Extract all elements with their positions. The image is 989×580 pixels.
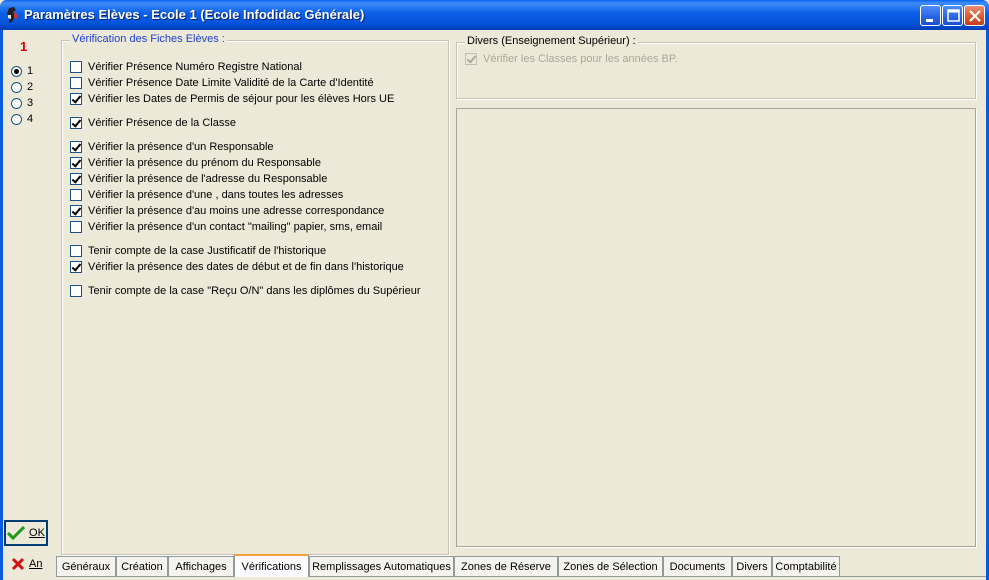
checkbox-label: Vérifier la présence d'un Responsable	[88, 141, 274, 153]
checkbox-label: Tenir compte de la case "Reçu O/N" dans …	[88, 285, 421, 297]
cross-icon	[11, 557, 25, 571]
ok-label: OK	[29, 527, 45, 539]
divers-group: Divers (Enseignement Supérieur) : Vérifi…	[456, 35, 976, 99]
tab-1[interactable]: Généraux	[56, 556, 116, 576]
tab-3[interactable]: Affichages	[168, 556, 234, 576]
radio-label: 4	[27, 113, 34, 125]
verification-option[interactable]: Vérifier la présence d'un contact "maili…	[70, 221, 382, 233]
verification-option[interactable]: Vérifier Présence de la Classe	[70, 117, 236, 129]
radio-button[interactable]	[11, 81, 22, 93]
verification-option[interactable]: Vérifier la présence d'un Responsable	[70, 141, 274, 153]
checkbox-label: Vérifier Présence Numéro Registre Nation…	[88, 61, 302, 73]
app-icon	[7, 7, 18, 23]
title-bar[interactable]: Paramètres Elèves - Ecole 1 (Ecole Infod…	[0, 0, 989, 30]
radio-button[interactable]	[11, 65, 22, 77]
checkbox[interactable]	[70, 141, 82, 153]
tab-6[interactable]: Zones de Réserve	[454, 556, 558, 576]
tab-7[interactable]: Zones de Sélection	[558, 556, 663, 576]
tab-2[interactable]: Création	[116, 556, 168, 576]
verification-group-title: Vérification des Fiches Elèves :	[70, 33, 227, 45]
checkbox[interactable]	[70, 261, 82, 273]
divers-group-title: Divers (Enseignement Supérieur) :	[465, 35, 638, 47]
radio-button[interactable]	[11, 113, 22, 125]
ok-button[interactable]: OK	[4, 520, 48, 546]
radio-button[interactable]	[11, 97, 22, 109]
empty-panel	[456, 108, 976, 547]
checkbox-label: Tenir compte de la case Justificatif de …	[88, 245, 327, 257]
tab-strip-divider	[56, 576, 986, 577]
checkbox-label: Vérifier Présence de la Classe	[88, 117, 236, 129]
school-radio-1[interactable]: 1	[11, 64, 33, 78]
minimize-icon	[926, 19, 933, 22]
verification-option[interactable]: Vérifier la présence d'au moins une adre…	[70, 205, 384, 217]
maximize-icon	[947, 9, 960, 22]
checkbox[interactable]	[70, 61, 82, 73]
checkbox[interactable]	[70, 221, 82, 233]
checkbox-label: Vérifier les Classes pour les années BP.	[483, 53, 678, 65]
radio-label: 1	[27, 65, 34, 77]
school-selector-panel: 1 1 2 3 4 OK An	[3, 30, 53, 580]
checkbox	[465, 53, 477, 65]
close-button[interactable]	[964, 5, 985, 26]
checkmark-icon	[7, 525, 26, 541]
close-icon	[969, 10, 981, 22]
radio-label: 2	[27, 81, 34, 93]
checkbox-label: Vérifier la présence d'une , dans toutes…	[88, 189, 344, 201]
tab-9[interactable]: Divers	[732, 556, 772, 576]
verification-option[interactable]: Tenir compte de la case "Reçu O/N" dans …	[70, 285, 420, 297]
tab-4[interactable]: Vérifications	[234, 554, 309, 577]
client-area: 1 1 2 3 4 OK An Vérification des Fiches Elè…	[3, 30, 986, 580]
verification-option[interactable]: Vérifier la présence du prénom du Respon…	[70, 157, 321, 169]
checkbox-label: Vérifier la présence d'au moins une adre…	[88, 205, 385, 217]
checkbox[interactable]	[70, 245, 82, 257]
maximize-button[interactable]	[942, 5, 963, 26]
checkbox-label: Vérifier les Dates de Permis de séjour p…	[88, 93, 395, 105]
checkbox-label: Vérifier Présence Date Limite Validité d…	[88, 77, 374, 89]
window: Paramètres Elèves - Ecole 1 (Ecole Infod…	[0, 0, 989, 580]
checkbox-label: Vérifier la présence du prénom du Respon…	[88, 157, 321, 169]
checkbox[interactable]	[70, 77, 82, 89]
minimize-button[interactable]	[920, 5, 941, 26]
verification-option[interactable]: Vérifier la présence de l'adresse du Res…	[70, 173, 327, 185]
cancel-label: An	[29, 558, 43, 570]
school-radio-3[interactable]: 3	[11, 96, 33, 110]
window-title: Paramètres Elèves - Ecole 1 (Ecole Infod…	[24, 7, 365, 22]
tab-10[interactable]: Comptabilité	[772, 556, 840, 576]
checkbox-label: Vérifier la présence d'un contact "maili…	[88, 221, 383, 233]
checkbox[interactable]	[70, 189, 82, 201]
cancel-button[interactable]: An	[4, 551, 48, 577]
checkbox[interactable]	[70, 205, 82, 217]
tab-5[interactable]: Remplissages Automatiques	[309, 556, 454, 576]
checkbox[interactable]	[70, 93, 82, 105]
checkbox[interactable]	[70, 285, 82, 297]
school-number: 1	[20, 39, 28, 54]
verification-option[interactable]: Vérifier la présence des dates de début …	[70, 261, 404, 273]
checkbox[interactable]	[70, 117, 82, 129]
divers-option: Vérifier les Classes pour les années BP.	[465, 53, 678, 65]
school-radio-2[interactable]: 2	[11, 80, 33, 94]
verification-option[interactable]: Tenir compte de la case Justificatif de …	[70, 245, 326, 257]
tab-8[interactable]: Documents	[663, 556, 732, 576]
checkbox-label: Vérifier la présence des dates de début …	[88, 261, 404, 273]
radio-label: 3	[27, 97, 34, 109]
verification-option[interactable]: Vérifier Présence Numéro Registre Nation…	[70, 61, 302, 73]
verification-option[interactable]: Vérifier Présence Date Limite Validité d…	[70, 77, 374, 89]
checkbox-label: Vérifier la présence de l'adresse du Res…	[88, 173, 328, 185]
school-radio-4[interactable]: 4	[11, 112, 33, 126]
verification-option[interactable]: Vérifier la présence d'une , dans toutes…	[70, 189, 343, 201]
checkbox[interactable]	[70, 157, 82, 169]
verification-group: Vérification des Fiches Elèves : Vérifie…	[61, 33, 449, 555]
checkbox[interactable]	[70, 173, 82, 185]
verification-option[interactable]: Vérifier les Dates de Permis de séjour p…	[70, 93, 394, 105]
